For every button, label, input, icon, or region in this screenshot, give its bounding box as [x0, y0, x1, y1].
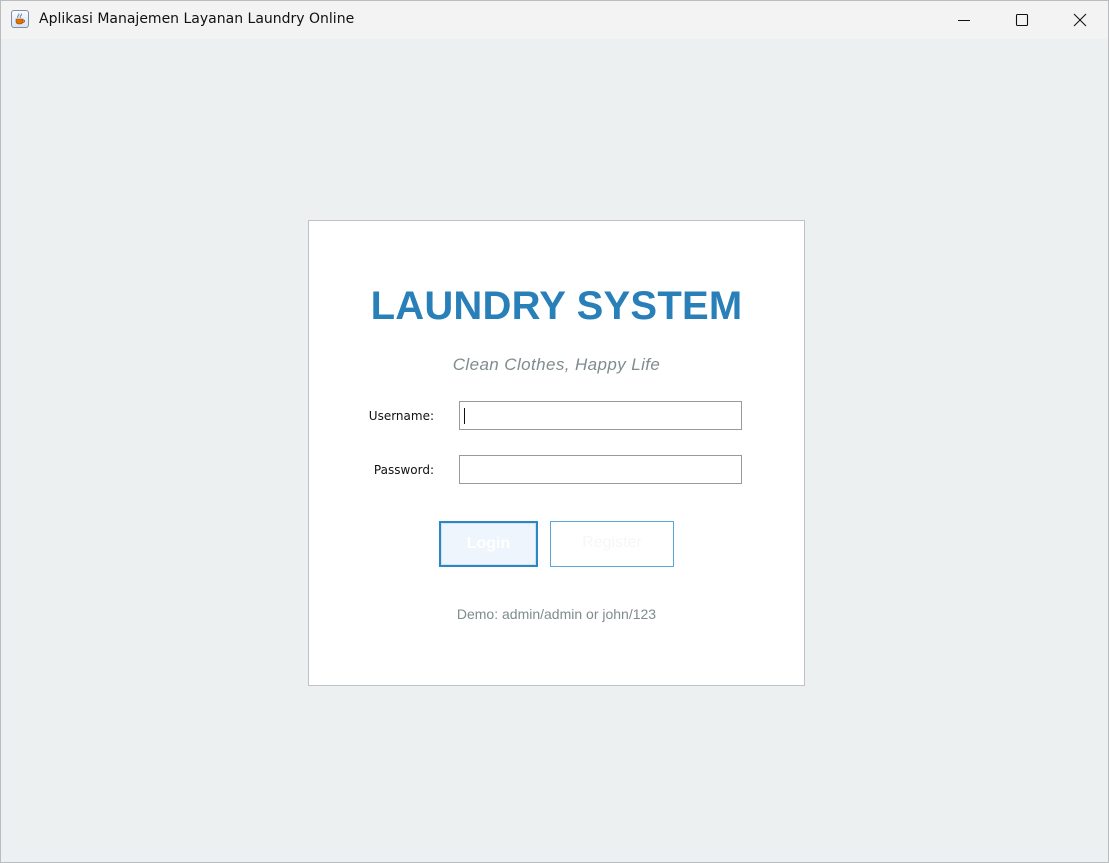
maximize-icon	[1015, 13, 1029, 27]
username-field[interactable]	[459, 401, 742, 430]
minimize-button[interactable]	[935, 1, 993, 39]
tagline: Clean Clothes, Happy Life	[452, 355, 661, 374]
close-button[interactable]	[1051, 1, 1109, 39]
login-panel: LAUNDRY SYSTEM Clean Clothes, Happy Life…	[308, 220, 805, 686]
title-bar[interactable]: Aplikasi Manajemen Layanan Laundry Onlin…	[1, 1, 1108, 39]
minimize-icon	[958, 20, 970, 21]
register-button[interactable]: Register	[550, 521, 674, 567]
close-icon	[1073, 13, 1087, 27]
login-button[interactable]: Login	[439, 521, 538, 567]
demo-credentials-hint: Demo: admin/admin or john/123	[456, 606, 657, 622]
password-label: Password:	[373, 463, 434, 477]
window-title: Aplikasi Manajemen Layanan Laundry Onlin…	[39, 11, 355, 27]
maximize-button[interactable]	[993, 1, 1051, 39]
app-title: LAUNDRY SYSTEM	[370, 284, 743, 328]
app-window: Aplikasi Manajemen Layanan Laundry Onlin…	[0, 0, 1109, 863]
password-field[interactable]	[459, 455, 742, 484]
username-label: Username:	[368, 409, 434, 423]
java-cup-icon[interactable]	[11, 10, 29, 28]
text-caret	[464, 408, 465, 424]
